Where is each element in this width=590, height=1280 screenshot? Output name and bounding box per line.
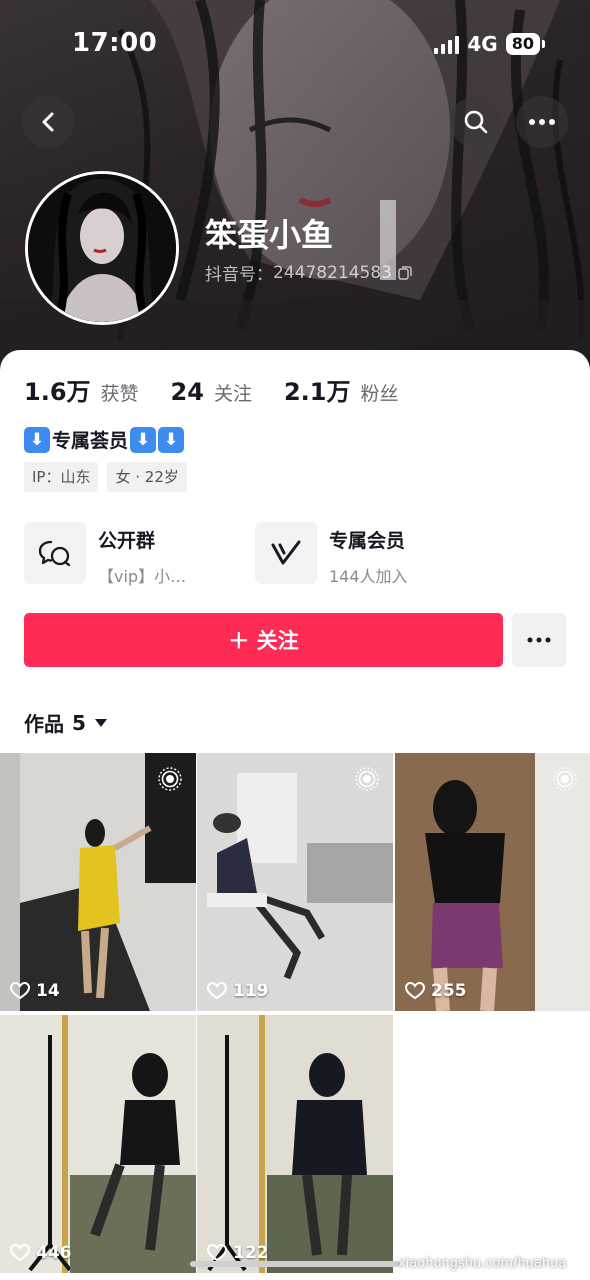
down-arrow-icon: ⬇ — [24, 426, 50, 453]
work-likes: 446 — [10, 1243, 72, 1263]
follow-button[interactable]: ＋ 关注 — [24, 613, 503, 667]
work-thumbnail — [395, 753, 590, 1011]
work-item[interactable]: 119 — [197, 753, 393, 1011]
work-likes: 14 — [10, 981, 60, 1001]
v-member-icon — [271, 540, 301, 565]
work-item[interactable]: 255 — [395, 753, 590, 1011]
work-thumbnail — [197, 753, 393, 1011]
followers-count[interactable]: 2.1万 — [284, 372, 351, 407]
likes-label[interactable]: 获赞 — [101, 379, 139, 406]
search-button[interactable] — [450, 96, 502, 148]
douyin-id-label: 抖音号： — [205, 265, 273, 285]
likes-count: 14 — [36, 981, 60, 1001]
follow-button-label: ＋ 关注 — [228, 629, 299, 653]
watermark: xiaohongshu.com/huahua — [398, 1256, 567, 1271]
home-indicator[interactable] — [190, 1261, 400, 1267]
signal-icon — [434, 34, 460, 54]
network-type: 4G — [467, 32, 498, 56]
public-group-entry[interactable]: 公开群 【vip】小… — [24, 522, 186, 587]
likes-count: 122 — [233, 1243, 269, 1263]
entry-title: 公开群 — [98, 530, 156, 552]
exclusive-member-entry[interactable]: 专属会员 144人加入 — [255, 522, 408, 587]
caret-down-icon — [94, 718, 107, 727]
status-time: 17:00 — [72, 28, 158, 58]
works-tab[interactable]: 作品 5 — [24, 708, 108, 737]
live-photo-icon — [355, 767, 379, 791]
chevron-left-icon — [42, 112, 54, 132]
chat-group-icon — [38, 540, 71, 567]
work-item[interactable]: 14 — [0, 753, 196, 1011]
more-options-button[interactable] — [516, 96, 568, 148]
more-actions-button[interactable] — [512, 613, 566, 667]
bio-text: 专属荟员 — [52, 430, 129, 452]
likes-count: 255 — [431, 981, 467, 1001]
work-item[interactable]: 122 — [197, 1015, 393, 1273]
work-item[interactable]: 446 — [0, 1015, 196, 1273]
following-label[interactable]: 关注 — [214, 379, 252, 406]
work-likes: 119 — [207, 981, 269, 1001]
ellipsis-icon — [529, 119, 555, 125]
search-icon — [464, 110, 488, 134]
douyin-id: 抖音号： 24478214583 — [205, 260, 412, 285]
work-likes: 255 — [405, 981, 467, 1001]
heart-icon — [10, 982, 30, 1000]
likes-count: 119 — [233, 981, 269, 1001]
profile-card: 1.6万 获赞 24 关注 2.1万 粉丝 ⬇ 专属荟员 ⬇ ⬇ IP：山东 女… — [0, 350, 590, 1280]
works-label: 作品 — [24, 712, 64, 736]
avatar-illustration — [28, 174, 176, 322]
profile-tags: IP：山东 女 · 22岁 — [24, 462, 187, 492]
gender-age-tag: 女 · 22岁 — [107, 462, 187, 492]
following-count[interactable]: 24 — [171, 378, 204, 406]
work-thumbnail — [0, 1015, 196, 1273]
profile-stats: 1.6万 获赞 24 关注 2.1万 粉丝 — [24, 372, 420, 407]
nickname: 笨蛋小鱼 — [205, 216, 334, 254]
work-thumbnail — [197, 1015, 393, 1273]
likes-count[interactable]: 1.6万 — [24, 372, 91, 407]
ip-tag: IP：山东 — [24, 462, 99, 492]
down-arrow-icon: ⬇ — [130, 426, 157, 453]
douyin-id-value: 24478214583 — [273, 262, 392, 283]
down-arrow-icon: ⬇ — [158, 426, 185, 453]
battery-icon: 80 — [505, 33, 546, 55]
ellipsis-icon — [527, 637, 551, 643]
followers-label[interactable]: 粉丝 — [360, 379, 398, 406]
avatar[interactable] — [25, 171, 179, 325]
heart-icon — [207, 1244, 227, 1262]
heart-icon — [10, 1244, 30, 1262]
status-bar: 17:00 4G 80 — [0, 28, 590, 62]
entry-subtitle: 144人加入 — [329, 567, 408, 586]
likes-count: 446 — [36, 1243, 72, 1263]
work-thumbnail — [0, 753, 196, 1011]
live-photo-icon — [158, 767, 182, 791]
profile-bio: ⬇ 专属荟员 ⬇ ⬇ — [24, 426, 185, 453]
entry-icon-box — [24, 522, 86, 584]
back-button[interactable] — [22, 96, 74, 148]
works-count: 5 — [72, 710, 86, 735]
entry-icon-box — [255, 522, 317, 584]
copy-icon[interactable] — [398, 265, 412, 280]
entry-title: 专属会员 — [329, 530, 406, 552]
work-likes: 122 — [207, 1243, 269, 1263]
heart-icon — [207, 982, 227, 1000]
heart-icon — [405, 982, 425, 1000]
entry-subtitle: 【vip】小… — [98, 567, 187, 586]
live-photo-icon — [553, 767, 577, 791]
